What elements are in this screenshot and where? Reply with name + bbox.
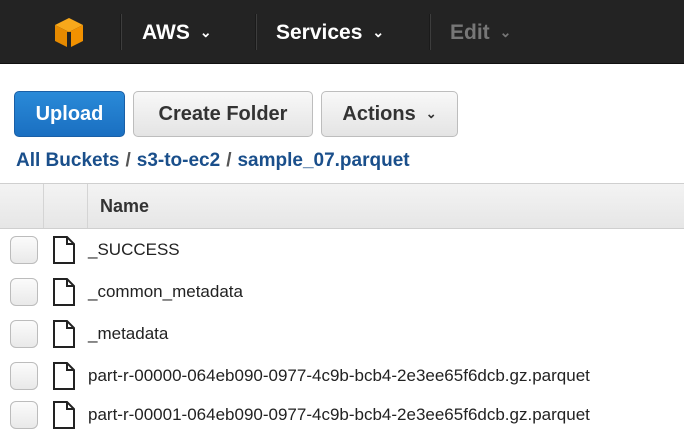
- nav-services-menu[interactable]: Services ⌄: [276, 18, 384, 48]
- file-name[interactable]: part-r-00001-064eb090-0977-4c9b-bcb4-2e3…: [88, 394, 590, 432]
- file-name[interactable]: _SUCCESS: [88, 229, 180, 271]
- breadcrumb-separator: /: [125, 150, 131, 171]
- upload-button[interactable]: Upload: [14, 91, 125, 137]
- table-row[interactable]: _SUCCESS: [0, 229, 684, 271]
- breadcrumb: All Buckets / s3-to-ec2/sample_07.parquet: [16, 150, 410, 172]
- nav-divider: [255, 14, 257, 50]
- chevron-down-icon: ⌄: [499, 24, 512, 40]
- file-name[interactable]: part-r-00000-064eb090-0977-4c9b-bcb4-2e3…: [88, 355, 590, 397]
- nav-divider: [429, 14, 431, 50]
- row-checkbox[interactable]: [10, 278, 38, 306]
- nav-aws-menu[interactable]: AWS ⌄: [142, 18, 212, 48]
- select-all-column[interactable]: [0, 184, 44, 228]
- file-name[interactable]: _common_metadata: [88, 271, 243, 313]
- actions-button-label: Actions: [342, 103, 416, 125]
- nav-edit-menu[interactable]: Edit ⌄: [450, 18, 511, 48]
- upload-button-label: Upload: [35, 103, 104, 125]
- table-row[interactable]: part-r-00000-064eb090-0977-4c9b-bcb4-2e3…: [0, 355, 684, 397]
- top-nav-bar: AWS ⌄ Services ⌄ Edit ⌄: [0, 0, 684, 64]
- table-row[interactable]: _metadata: [0, 313, 684, 355]
- table-row[interactable]: _common_metadata: [0, 271, 684, 313]
- create-folder-button-label: Create Folder: [158, 103, 288, 125]
- nav-divider: [120, 14, 122, 50]
- aws-cube-icon[interactable]: [52, 16, 86, 50]
- breadcrumb-bucket[interactable]: s3-to-ec2: [137, 150, 220, 171]
- file-icon: [53, 236, 75, 264]
- breadcrumb-folder[interactable]: sample_07.parquet: [237, 150, 409, 171]
- name-column-header[interactable]: Name: [100, 184, 149, 228]
- create-folder-button[interactable]: Create Folder: [133, 91, 313, 137]
- row-checkbox[interactable]: [10, 401, 38, 429]
- actions-button[interactable]: Actions ⌄: [321, 91, 458, 137]
- row-checkbox[interactable]: [10, 320, 38, 348]
- breadcrumb-separator: /: [226, 150, 232, 171]
- chevron-down-icon: ⌄: [199, 24, 212, 40]
- nav-services-label: Services: [276, 21, 363, 44]
- row-checkbox[interactable]: [10, 362, 38, 390]
- nav-edit-label: Edit: [450, 21, 490, 44]
- breadcrumb-all-buckets[interactable]: All Buckets: [16, 150, 119, 171]
- icon-column: [44, 184, 88, 228]
- file-icon: [53, 278, 75, 306]
- chevron-down-icon: ⌄: [372, 24, 385, 40]
- file-icon: [53, 401, 75, 429]
- table-header: Name: [0, 183, 684, 229]
- file-icon: [53, 320, 75, 348]
- row-checkbox[interactable]: [10, 236, 38, 264]
- chevron-down-icon: ⌄: [425, 106, 437, 121]
- file-name[interactable]: _metadata: [88, 313, 168, 355]
- nav-aws-label: AWS: [142, 21, 190, 44]
- file-icon: [53, 362, 75, 390]
- table-row[interactable]: part-r-00001-064eb090-0977-4c9b-bcb4-2e3…: [0, 394, 684, 432]
